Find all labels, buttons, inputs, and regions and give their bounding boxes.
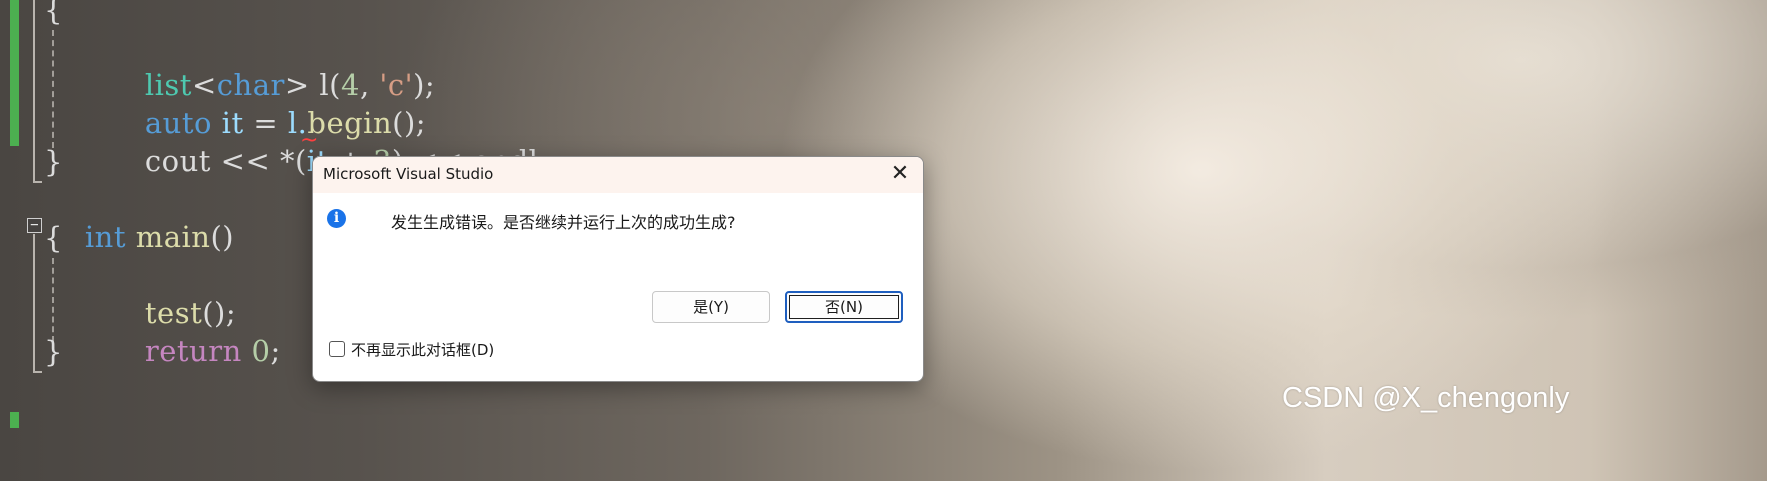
info-icon: i [327,209,346,228]
build-error-dialog: Microsoft Visual Studio ✕ i 发生生成错误。是否继续并… [312,156,924,382]
code-line-brace-close: } [44,335,63,369]
dont-show-again-checkbox[interactable] [329,341,345,357]
code-token: return [144,334,242,368]
code-token: main [125,220,211,254]
code-token: cout [144,144,211,178]
code-line-brace-open: { [44,221,63,255]
code-line-brace-close: } [44,145,63,179]
yes-button[interactable]: 是(Y) [652,291,770,323]
code-token: 0 [241,334,271,368]
code-line-brace-open: { [44,0,63,27]
dialog-title: Microsoft Visual Studio [323,165,494,183]
watermark: CSDN @X_chengonly [1282,382,1570,414]
code-line-return: return 0; [106,297,281,405]
dont-show-again-label[interactable]: 不再显示此对话框(D) [351,339,494,360]
collapse-toggle-icon[interactable]: − [27,218,42,233]
changed-lines-marker [10,412,19,428]
no-button[interactable]: 否(N) [785,291,903,323]
code-token: << *( [210,144,307,178]
error-squiggle-icon[interactable]: ~ [300,128,318,153]
code-token: () [210,220,235,254]
indent-guide [52,30,54,148]
close-icon[interactable]: ✕ [885,161,915,189]
changed-lines-marker [10,0,19,146]
fold-guide [33,0,35,182]
fold-guide [33,234,35,372]
code-token: ; [270,334,281,368]
code-token: int [84,220,126,254]
dialog-message: 发生生成错误。是否继续并运行上次的成功生成? [391,213,736,232]
fold-guide-end [33,371,42,373]
dialog-titlebar[interactable]: Microsoft Visual Studio ✕ [313,157,923,193]
fold-guide-end [33,181,42,183]
